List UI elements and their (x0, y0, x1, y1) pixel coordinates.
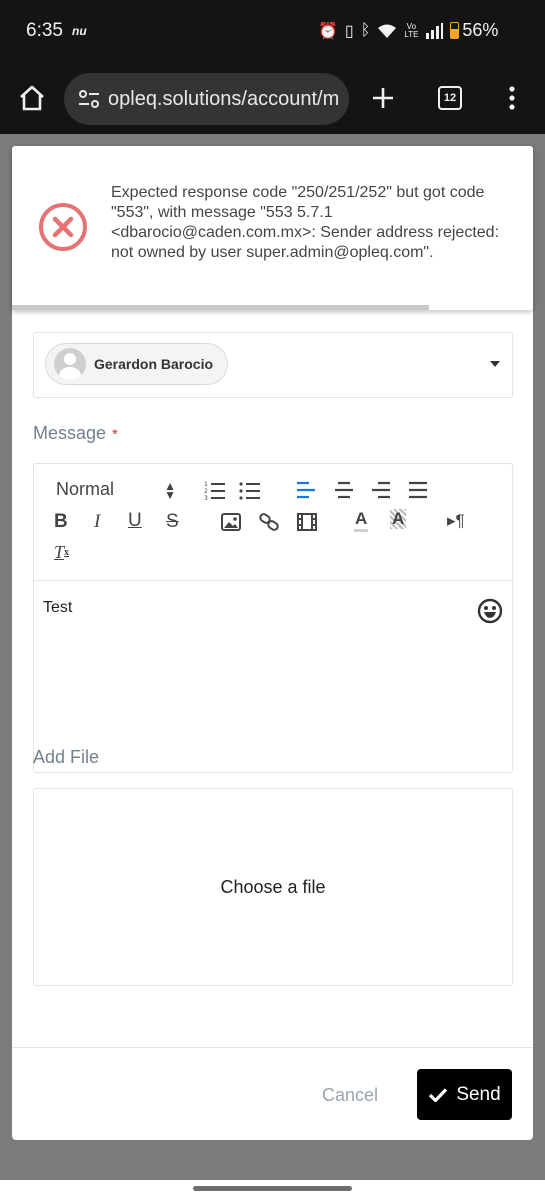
carrier-icon: nu (72, 24, 87, 38)
image-icon[interactable] (221, 513, 241, 531)
svg-text:3: 3 (204, 495, 208, 500)
recipient-name: Gerardon Barocio (94, 356, 214, 372)
browser-toolbar: opleq.solutions/account/m 12 (0, 62, 545, 134)
clock: 6:35 (26, 20, 63, 41)
message-label: Message * (33, 423, 118, 444)
cancel-button[interactable]: Cancel (322, 1085, 378, 1106)
text-color-icon[interactable]: A (354, 509, 369, 532)
updown-icon: ▲ ▼ (164, 479, 176, 502)
avatar (54, 348, 86, 380)
ordered-list-icon[interactable]: 123 (204, 480, 226, 500)
status-icons: ⏰ ▯ ᛒ Vo LTE 56% (318, 20, 498, 41)
file-dropzone[interactable]: Choose a file (33, 788, 513, 986)
add-file-label: Add File (33, 747, 100, 767)
svg-text:2: 2 (204, 488, 208, 495)
message-editor[interactable]: Normal ▲ ▼ 123 B I U S A A ▸¶ Tx Test (33, 463, 513, 773)
menu-icon[interactable] (508, 86, 516, 110)
site-info-icon[interactable] (78, 89, 100, 109)
toolbar-divider (34, 580, 512, 581)
bluetooth-icon: ᛒ (360, 21, 371, 39)
recipient-chip[interactable]: Gerardon Barocio (45, 343, 229, 385)
send-button[interactable]: Send (417, 1069, 512, 1120)
url-text: opleq.solutions/account/m (108, 87, 340, 110)
svg-text:1: 1 (204, 481, 208, 488)
battery-indicator: 56% (450, 20, 498, 41)
toast-progress-bar (12, 305, 429, 310)
recipient-select[interactable]: Gerardon Barocio (33, 332, 513, 398)
vibrate-icon: ▯ (344, 22, 354, 40)
new-tab-icon[interactable] (371, 86, 395, 110)
choose-file-text: Choose a file (220, 876, 326, 897)
status-bar: 6:35 nu ⏰ ▯ ᛒ Vo LTE 56% (0, 0, 545, 62)
footer-divider (12, 1047, 533, 1048)
navigation-bar (0, 1180, 545, 1200)
error-message: Expected response code "250/251/252" but… (111, 184, 500, 261)
background-color-icon[interactable]: A (390, 509, 407, 529)
format-select[interactable]: Normal ▲ ▼ (56, 479, 176, 502)
wifi-icon (378, 24, 397, 38)
alarm-icon: ⏰ (318, 22, 338, 40)
video-icon[interactable] (297, 513, 317, 531)
italic-icon[interactable]: I (94, 511, 100, 533)
tabs-icon[interactable]: 12 (438, 86, 462, 110)
signal-icon (426, 22, 444, 39)
strike-icon[interactable]: S (166, 511, 179, 533)
underline-icon[interactable]: U (128, 510, 142, 532)
required-mark: * (112, 426, 118, 443)
message-label-text: Message (33, 423, 107, 443)
battery-percent: 56% (462, 20, 499, 40)
emoji-icon[interactable] (477, 598, 503, 624)
gesture-handle[interactable] (193, 1186, 352, 1191)
align-center-icon[interactable] (334, 480, 354, 500)
align-right-icon[interactable] (371, 480, 391, 500)
url-bar[interactable]: opleq.solutions/account/m (64, 73, 349, 125)
text-direction-icon[interactable]: ▸¶ (447, 511, 465, 531)
home-icon[interactable] (18, 84, 46, 112)
send-label: Send (456, 1083, 501, 1105)
align-left-icon[interactable] (296, 480, 316, 500)
align-justify-icon[interactable] (408, 480, 428, 500)
bold-icon[interactable]: B (54, 511, 68, 533)
tab-count: 12 (443, 92, 457, 104)
battery-icon (450, 22, 460, 39)
check-icon (429, 1087, 448, 1102)
format-value: Normal (56, 479, 115, 499)
error-icon (39, 203, 87, 251)
volte-label: Vo LTE (404, 21, 419, 39)
chevron-down-icon[interactable] (490, 361, 500, 367)
error-toast[interactable]: Expected response code "250/251/252" but… (12, 146, 533, 310)
editor-content[interactable]: Test (43, 599, 72, 617)
bullet-list-icon[interactable] (239, 480, 261, 500)
link-icon[interactable] (258, 512, 280, 532)
clear-format-icon[interactable]: Tx (54, 542, 69, 563)
